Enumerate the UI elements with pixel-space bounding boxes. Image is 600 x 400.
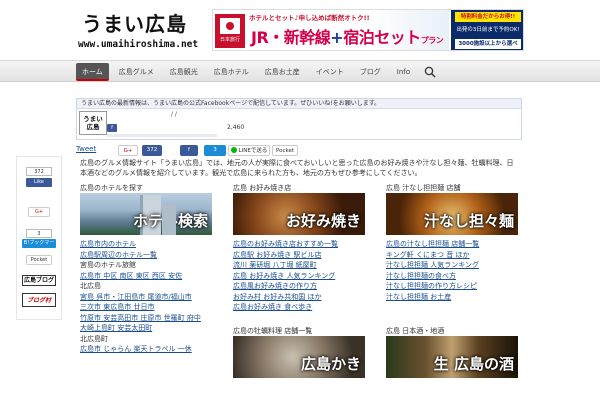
nav-item-hotel[interactable]: 広島ホテル [208, 63, 255, 81]
card-link-list: 広島の汁なし担担麺 店舗一覧 キング軒 くにまつ 音 ほか 汁なし担担麺 人気ラ… [386, 239, 522, 302]
card-link[interactable]: 広島駅周辺のホテル一覧 [80, 250, 216, 261]
banner-main-4: プラン [420, 36, 444, 45]
nav-item-souvenir[interactable]: 広島お土産 [259, 63, 306, 81]
card-image-hotel[interactable]: ホテル検索 [80, 193, 212, 235]
sidebar-facebook-like-button[interactable]: Like [26, 178, 52, 187]
sidebar-facebook-count: 372 [26, 167, 52, 176]
card-link[interactable]: 汁なし担担麺の食べ方 [386, 271, 522, 282]
card-link-list: 広島市内のホテル 広島駅周辺のホテル一覧 宮島のホテル旅館 広島市 中区 南区 … [80, 239, 216, 355]
card-title: 広島 日本酒・地酒 [386, 327, 445, 335]
card-link[interactable]: 流川 薬研堀 八丁堀 紙屋町 [233, 260, 369, 271]
card-link[interactable]: 宮島 呉市・江田島市 尾道市/福山市 [80, 292, 216, 303]
banner-right-2: 出発の3日前まで予約OK! [456, 27, 520, 33]
main-nav: ホーム 広島グルメ 広島観光 広島ホテル 広島お土産 イベント ブログ Info [0, 60, 600, 82]
share-row: Tweet G+ 372 f 3 LINEで送る Pocket [76, 145, 336, 157]
card-text: 宮島のホテル旅館 [80, 261, 136, 269]
intro-text: 広島のグルメ情報サイト「うまい広島」では、地元の人が実際に食べておいしいと思った… [80, 159, 514, 177]
banner-brand: 日本旅行 [219, 37, 240, 43]
card-link[interactable]: 汁なし担担麺 人気ランキング [386, 260, 522, 271]
card-text: 北広島 [80, 282, 101, 290]
card-image-label: お好み焼き [285, 212, 361, 230]
card-title: 広島のホテルを探す [80, 184, 143, 192]
ad-banner[interactable]: 日本旅行 ホテルとセット♪申し込めば断然オトク!! JR・新幹線+宿泊セットプラ… [212, 9, 524, 51]
site-title[interactable]: うまい広島 [82, 8, 187, 37]
card-image-label: ホテル検索 [132, 212, 208, 230]
card-title: 広島の牡蠣料理 店舗一覧 [233, 327, 313, 335]
card-link[interactable]: 大崎上島町 安芸太田町 [80, 323, 216, 334]
sidebar-blogmura-banner[interactable]: ブログ村 [22, 293, 56, 307]
card-link[interactable]: 広島のお好み焼き店おすすめ一覧 [233, 239, 369, 250]
card-link[interactable]: 三次市 東広島市 廿日市 [80, 302, 216, 313]
card-link[interactable]: 広島市 じゃらん 楽天トラベル 一休 [80, 344, 216, 355]
card-link[interactable]: お好み村 お好み共和国 ほか [233, 292, 369, 303]
card-link[interactable]: 広島 お好み焼き 人気ランキング [233, 271, 369, 282]
card-title: 広島 お好み焼き店 [233, 184, 292, 192]
search-icon[interactable] [424, 66, 436, 78]
gplus-button[interactable]: G+ [118, 145, 138, 156]
card-image-oyster[interactable]: 広島かき [233, 336, 365, 378]
nav-items: ホーム 広島グルメ 広島観光 広島ホテル 広島お土産 イベント ブログ Info [76, 63, 420, 81]
facebook-box-breadcrumb: / / [171, 111, 177, 118]
card-image-sake[interactable]: 生 広島の酒 [386, 336, 518, 378]
card-image-tantanmen[interactable]: 汁なし担々麺 [386, 193, 518, 235]
card-image-label: 汁なし担々麺 [423, 212, 514, 230]
sidebar-hatena-count: 3 [26, 229, 52, 238]
banner-main-2: + [330, 28, 344, 47]
sidebar-gplus-button[interactable]: G+ [28, 207, 50, 217]
site-logo[interactable]: うまい広島 www.umaihiroshima.net [78, 8, 206, 52]
facebook-page-thumbnail[interactable]: うまい 広島 [79, 111, 107, 135]
nav-item-sightseeing[interactable]: 広島観光 [164, 63, 204, 81]
facebook-share-button[interactable]: f [180, 145, 198, 156]
card-link[interactable]: 竹原市 安芸高田市 庄原市 世羅町 府中 [80, 313, 216, 324]
banner-brand-logo: 日本旅行 [215, 14, 245, 48]
card-link[interactable]: 汁なし担担麺 お土産 [386, 292, 522, 303]
banner-main-1: JR・新幹線 [251, 28, 331, 47]
card-link[interactable]: 汁なし担担麺の作り方レシピ [386, 281, 522, 292]
facebook-like-count: 2,460 [227, 124, 245, 131]
card-link[interactable]: 広島駅 お好み焼き 駅ビル店 [233, 250, 369, 261]
sidebar-pocket-button[interactable]: Pocket [26, 255, 52, 265]
card-link[interactable]: 広島お好み焼き 食べ歩き [233, 302, 369, 313]
card-link[interactable]: 広島市内のホテル [80, 239, 216, 250]
tweet-link[interactable]: Tweet [76, 145, 96, 153]
facebook-share-count-button[interactable]: 372 [142, 145, 162, 156]
banner-brand-mark-icon [220, 18, 240, 34]
facebook-thumb-line1: うまい [83, 115, 103, 123]
card-title: 広島 汁なし担担麺 店舗 [386, 184, 461, 192]
nav-item-info[interactable]: Info [391, 63, 416, 81]
facebook-like-button[interactable]: f [107, 124, 117, 132]
banner-main-text: JR・新幹線+宿泊セットプラン [251, 24, 444, 48]
site-url[interactable]: www.umaihiroshima.net [78, 39, 198, 50]
pocket-button[interactable]: Pocket [272, 145, 298, 156]
banner-right-1: 特割料金だからお得!! [455, 12, 521, 22]
social-sidebar: 372 Like G+ 3 B!ブックマーク Pocket 広島ブログ ブログ村 [16, 156, 62, 320]
line-share-button[interactable]: LINEで送る [228, 145, 270, 156]
banner-right-3: 3000施設以上から選べる! [455, 39, 521, 49]
facebook-box-divider [107, 134, 217, 137]
banner-top-text: ホテルとセット♪申し込めば断然オトク!! [249, 14, 370, 22]
card-text: 北広島町 [80, 334, 108, 343]
card-link[interactable]: 広島の汁なし担担麺 店舗一覧 [386, 239, 522, 250]
nav-item-home[interactable]: ホーム [76, 63, 109, 81]
nav-item-event[interactable]: イベント [310, 63, 350, 81]
nav-item-blog[interactable]: ブログ [354, 63, 387, 81]
card-link-list: 広島のお好み焼き店おすすめ一覧 広島駅 お好み焼き 駅ビル店 流川 薬研堀 八丁… [233, 239, 369, 313]
card-image-label: 広島かき [300, 355, 361, 373]
facebook-thumb-line2: 広島 [86, 123, 100, 131]
sidebar-hiroshima-blog-banner[interactable]: 広島ブログ [22, 275, 56, 286]
site-header: うまい広島 www.umaihiroshima.net 日本旅行 ホテルとセット… [0, 0, 600, 58]
sidebar-hatena-button[interactable]: B!ブックマーク [22, 239, 56, 255]
nav-item-gourmet[interactable]: 広島グルメ [113, 63, 160, 81]
card-link[interactable]: 広島市 中区 南区 東区 西区 安佐 [80, 271, 216, 282]
card-image-label: 生 広島の酒 [433, 355, 514, 373]
banner-main-3: 宿泊セット [343, 28, 421, 47]
card-link[interactable]: キング軒 くにまつ 音 ほか [386, 250, 522, 261]
facebook-page-box: うまい広島の最新情報は、うまい広島の公式Facebookページで配信しています。… [76, 98, 522, 140]
hatena-bookmark-button[interactable]: 3 [204, 145, 226, 156]
card-image-okonomiyaki[interactable]: お好み焼き [233, 193, 365, 235]
card-link[interactable]: 広島風お好み焼きの作り方 [233, 281, 369, 292]
facebook-box-heading: うまい広島の最新情報は、うまい広島の公式Facebookページで配信しています。… [77, 99, 521, 109]
